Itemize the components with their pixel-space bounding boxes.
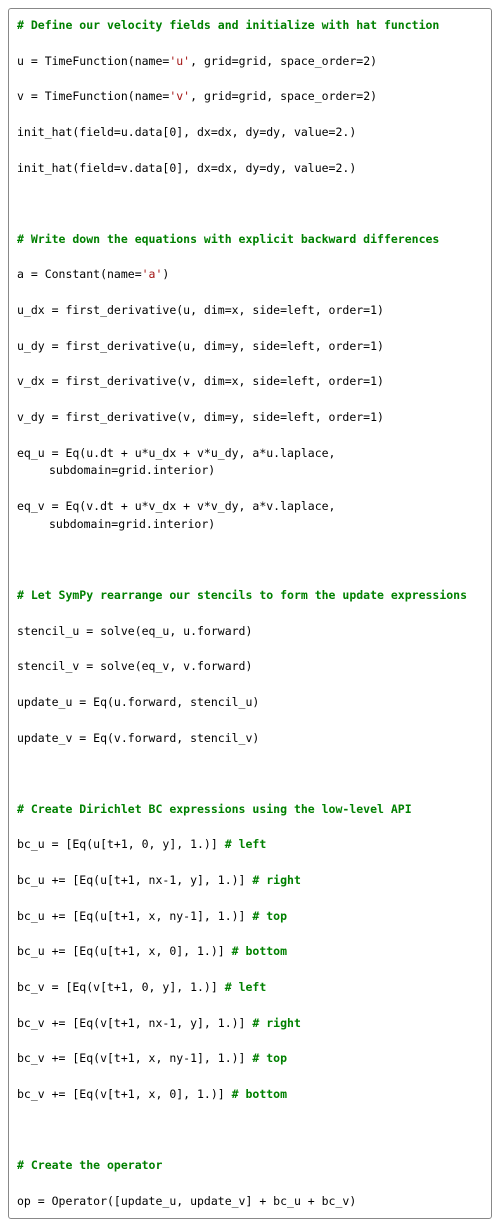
code-token: ) [162,267,169,281]
comment-token: # Write down the equations with explicit… [17,232,439,246]
comment-token: # Let SymPy rearrange our stencils to fo… [17,588,467,602]
code-token: v_dy = first_derivative(v, dim=y, side=l… [17,410,384,424]
code-token [17,766,24,780]
code-line [17,1121,481,1139]
code-line: init_hat(field=u.data[0], dx=dx, dy=dy, … [17,124,481,142]
code-line: bc_u = [Eq(u[t+1, 0, y], 1.)] # left [17,836,481,854]
code-line: bc_v += [Eq(v[t+1, nx-1, y], 1.)] # righ… [17,1015,481,1033]
code-line [17,195,481,213]
code-line: u_dy = first_derivative(u, dim=y, side=l… [17,338,481,356]
code-line: a = Constant(name='a') [17,266,481,284]
code-token: op = Operator([update_u, update_v] + bc_… [17,1194,356,1208]
code-line: v_dx = first_derivative(v, dim=x, side=l… [17,373,481,391]
code-token: bc_u += [Eq(u[t+1, x, ny-1], 1.)] [17,909,252,923]
comment-token: # bottom [232,944,287,958]
code-listing: # Define our velocity fields and initial… [8,8,492,1219]
code-token: , grid=grid, space_order=2) [190,54,377,68]
code-line: # Create Dirichlet BC expressions using … [17,801,481,819]
code-line: # Write down the equations with explicit… [17,231,481,249]
code-line: update_v = Eq(v.forward, stencil_v) [17,730,481,748]
code-token: init_hat(field=u.data[0], dx=dx, dy=dy, … [17,125,356,139]
comment-token: # left [225,837,267,851]
comment-token: # right [252,873,300,887]
code-line [17,551,481,569]
code-token [17,196,24,210]
code-token: bc_v += [Eq(v[t+1, x, 0], 1.)] [17,1087,232,1101]
code-token: bc_v += [Eq(v[t+1, nx-1, y], 1.)] [17,1016,252,1030]
code-token [17,1122,24,1136]
code-token: u = TimeFunction(name= [17,54,169,68]
code-line: # Create the operator [17,1157,481,1175]
code-line: u_dx = first_derivative(u, dim=x, side=l… [17,302,481,320]
comment-token: # left [225,980,267,994]
code-line: bc_v += [Eq(v[t+1, x, 0], 1.)] # bottom [17,1086,481,1104]
code-line: u = TimeFunction(name='u', grid=grid, sp… [17,53,481,71]
code-token: bc_v += [Eq(v[t+1, x, ny-1], 1.)] [17,1051,252,1065]
comment-token: # top [252,909,287,923]
comment-token: # Define our velocity fields and initial… [17,18,439,32]
comment-token: # top [252,1051,287,1065]
code-token: bc_u = [Eq(u[t+1, 0, y], 1.)] [17,837,225,851]
string-token: 'a' [142,267,163,281]
code-token: v_dx = first_derivative(v, dim=x, side=l… [17,374,384,388]
code-line: bc_v += [Eq(v[t+1, x, ny-1], 1.)] # top [17,1050,481,1068]
string-token: 'v' [169,89,190,103]
code-line: bc_u += [Eq(u[t+1, x, ny-1], 1.)] # top [17,908,481,926]
code-line: stencil_v = solve(eq_v, v.forward) [17,658,481,676]
code-token: eq_u = Eq(u.dt + u*u_dx + v*u_dy, a*u.la… [17,446,342,478]
code-token: , grid=grid, space_order=2) [190,89,377,103]
code-token: v = TimeFunction(name= [17,89,169,103]
code-token: bc_u += [Eq(u[t+1, nx-1, y], 1.)] [17,873,252,887]
code-line: v = TimeFunction(name='v', grid=grid, sp… [17,88,481,106]
code-line: init_hat(field=v.data[0], dx=dx, dy=dy, … [17,160,481,178]
code-line: update_u = Eq(u.forward, stencil_u) [17,694,481,712]
code-line: # Let SymPy rearrange our stencils to fo… [17,587,481,605]
code-token: init_hat(field=v.data[0], dx=dx, dy=dy, … [17,161,356,175]
code-token: stencil_u = solve(eq_u, u.forward) [17,624,252,638]
code-line: bc_u += [Eq(u[t+1, nx-1, y], 1.)] # righ… [17,872,481,890]
code-token [17,552,24,566]
code-token: update_v = Eq(v.forward, stencil_v) [17,731,259,745]
code-line: eq_u = Eq(u.dt + u*u_dx + v*u_dy, a*u.la… [17,445,481,481]
code-line: bc_v = [Eq(v[t+1, 0, y], 1.)] # left [17,979,481,997]
comment-token: # right [252,1016,300,1030]
code-line: v_dy = first_derivative(v, dim=y, side=l… [17,409,481,427]
code-token: u_dy = first_derivative(u, dim=y, side=l… [17,339,384,353]
code-line: # Define our velocity fields and initial… [17,17,481,35]
code-token: u_dx = first_derivative(u, dim=x, side=l… [17,303,384,317]
code-token: bc_v = [Eq(v[t+1, 0, y], 1.)] [17,980,225,994]
comment-token: # Create Dirichlet BC expressions using … [17,802,412,816]
comment-token: # bottom [232,1087,287,1101]
code-line: bc_u += [Eq(u[t+1, x, 0], 1.)] # bottom [17,943,481,961]
code-token: a = Constant(name= [17,267,142,281]
code-token: stencil_v = solve(eq_v, v.forward) [17,659,252,673]
code-token: update_u = Eq(u.forward, stencil_u) [17,695,259,709]
code-line [17,765,481,783]
comment-token: # Create the operator [17,1158,162,1172]
code-line: op = Operator([update_u, update_v] + bc_… [17,1193,481,1211]
code-token: bc_u += [Eq(u[t+1, x, 0], 1.)] [17,944,232,958]
code-line: stencil_u = solve(eq_u, u.forward) [17,623,481,641]
code-line: eq_v = Eq(v.dt + u*v_dx + v*v_dy, a*v.la… [17,498,481,534]
string-token: 'u' [169,54,190,68]
code-token: eq_v = Eq(v.dt + u*v_dx + v*v_dy, a*v.la… [17,499,342,531]
